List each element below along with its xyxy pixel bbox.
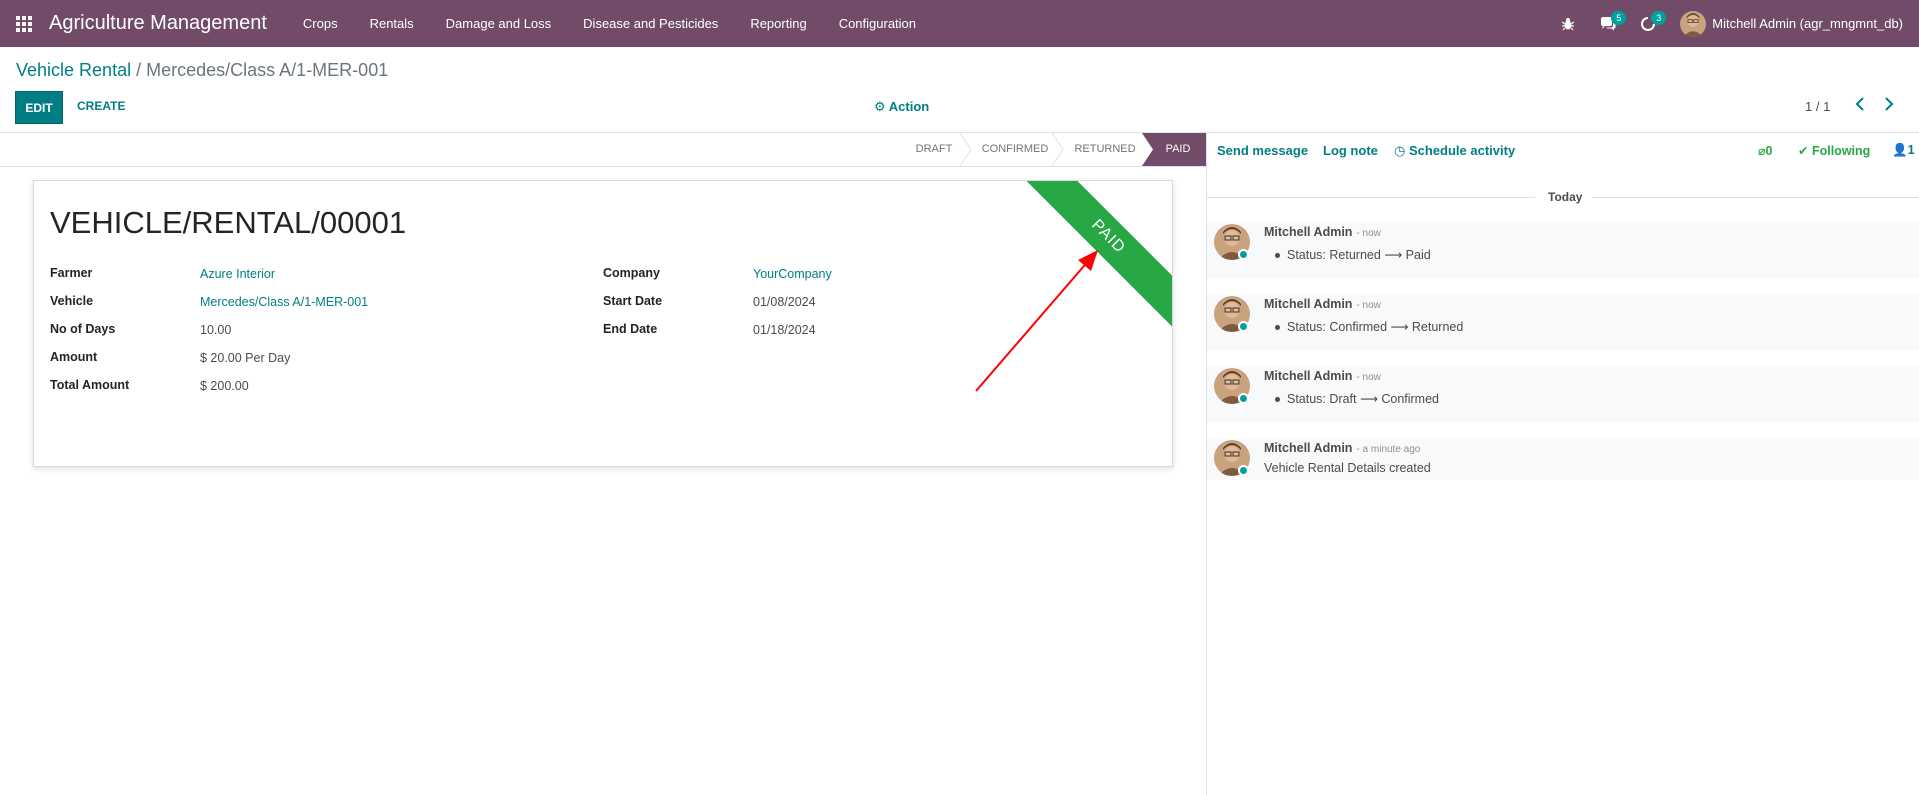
separator-line — [1592, 197, 1919, 198]
control-panel: Vehicle Rental / Mercedes/Class A/1-MER-… — [0, 47, 1919, 133]
message-time: - now — [1356, 372, 1381, 383]
message-body: Status: Confirmed ⟶ Returned — [1275, 319, 1463, 334]
menu-crops[interactable]: Crops — [287, 0, 354, 47]
stage-divider — [1052, 133, 1064, 166]
start-date-label: Start Date — [603, 294, 663, 308]
message-body: Vehicle Rental Details created — [1264, 461, 1431, 475]
messages-icon[interactable]: 5 — [1588, 0, 1628, 47]
top-navbar: Agriculture Management Crops Rentals Dam… — [0, 0, 1919, 47]
menu-configuration[interactable]: Configuration — [823, 0, 932, 47]
stage-draft[interactable]: DRAFT — [900, 133, 968, 166]
apps-menu-icon[interactable] — [0, 0, 47, 47]
annotation-arrow-icon — [975, 250, 1098, 392]
gear-icon: ⚙ — [874, 99, 886, 114]
message-time: - now — [1356, 300, 1381, 311]
attachments-button[interactable]: ⌀0 — [1758, 143, 1772, 158]
vehicle-value-link[interactable]: Mercedes/Class A/1-MER-001 — [200, 295, 368, 309]
menu-rentals[interactable]: Rentals — [354, 0, 430, 47]
message-author[interactable]: Mitchell Admin - now — [1264, 297, 1381, 311]
user-icon: 👤 — [1892, 143, 1908, 157]
message-author[interactable]: Mitchell Admin - a minute ago — [1264, 441, 1420, 455]
vehicle-label: Vehicle — [50, 294, 94, 308]
company-value-link[interactable]: YourCompany — [753, 267, 832, 281]
following-label: Following — [1811, 144, 1871, 158]
date-separator: Today — [1207, 190, 1919, 204]
chatter-message: Mitchell Admin - now Status: Confirmed ⟶ … — [1207, 294, 1919, 350]
stage-confirmed[interactable]: CONFIRMED — [972, 133, 1058, 166]
stage-returned[interactable]: RETURNED — [1064, 133, 1146, 166]
clock-icon: ◷ — [1394, 143, 1406, 158]
date-separator-label: Today — [1548, 190, 1583, 204]
pager-previous-icon[interactable] — [1855, 97, 1865, 116]
status-bar: DRAFT CONFIRMED RETURNED PAID — [0, 133, 1206, 167]
schedule-activity-label: Schedule activity — [1408, 143, 1516, 158]
separator-line — [1207, 197, 1535, 198]
no-of-days-label: No of Days — [50, 322, 116, 336]
end-date-label: End Date — [603, 322, 658, 336]
record-title: VEHICLE/RENTAL/00001 — [50, 205, 407, 240]
message-body: Status: Draft ⟶ Confirmed — [1275, 391, 1439, 406]
message-author[interactable]: Mitchell Admin - now — [1264, 369, 1381, 383]
breadcrumb-parent-link[interactable]: Vehicle Rental — [16, 60, 131, 80]
farmer-value-link[interactable]: Azure Interior — [200, 267, 275, 281]
chatter-message: Mitchell Admin - a minute ago Vehicle Ren… — [1207, 438, 1919, 480]
activities-badge: 3 — [1651, 11, 1667, 25]
send-message-button[interactable]: Send message — [1217, 143, 1308, 158]
message-author[interactable]: Mitchell Admin - now — [1264, 225, 1381, 239]
online-status-icon — [1238, 321, 1249, 332]
chatter-topbar: Send message Log note ◷ Schedule activit… — [1207, 133, 1919, 167]
breadcrumb: Vehicle Rental / Mercedes/Class A/1-MER-… — [16, 60, 388, 81]
pager-value[interactable]: 1 / 1 — [1805, 99, 1830, 114]
followers-count: 1 — [1907, 143, 1915, 157]
bug-icon[interactable] — [1548, 0, 1588, 47]
start-date-value: 01/08/2024 — [753, 295, 816, 309]
breadcrumb-current: Mercedes/Class A/1-MER-001 — [146, 60, 389, 80]
farmer-label: Farmer — [50, 266, 93, 280]
online-status-icon — [1238, 465, 1249, 476]
app-brand[interactable]: Agriculture Management — [49, 12, 267, 35]
message-body: Status: Returned ⟶ Paid — [1275, 247, 1431, 262]
action-label: Action — [888, 99, 930, 114]
attachments-count: 0 — [1765, 144, 1773, 158]
chatter-message: Mitchell Admin - now Status: Draft ⟶ Conf… — [1207, 366, 1919, 422]
create-button[interactable]: CREATE — [77, 99, 125, 113]
menu-disease-and-pesticides[interactable]: Disease and Pesticides — [567, 0, 734, 47]
following-button[interactable]: ✔ Following — [1798, 143, 1870, 158]
stage-divider — [960, 133, 972, 166]
edit-button[interactable]: EDIT — [15, 91, 63, 124]
user-name: Mitchell Admin (agr_mngmnt_db) — [1712, 16, 1903, 31]
chatter-message: Mitchell Admin - now Status: Returned ⟶ P… — [1207, 222, 1919, 278]
amount-label: Amount — [50, 350, 98, 364]
stage-divider — [1142, 133, 1153, 166]
message-time: - now — [1356, 228, 1381, 239]
main-menu: Crops Rentals Damage and Loss Disease an… — [287, 0, 932, 47]
menu-damage-and-loss[interactable]: Damage and Loss — [430, 0, 568, 47]
menu-reporting[interactable]: Reporting — [734, 0, 822, 47]
check-icon: ✔ — [1798, 144, 1809, 158]
pager-next-icon[interactable] — [1884, 97, 1894, 116]
schedule-activity-button[interactable]: ◷ Schedule activity — [1394, 143, 1515, 159]
action-menu-button[interactable]: ⚙ Action — [874, 99, 929, 115]
total-amount-value: $ 200.00 — [200, 379, 249, 393]
online-status-icon — [1238, 393, 1249, 404]
message-time: - a minute ago — [1356, 444, 1421, 455]
messages-badge: 5 — [1611, 11, 1627, 25]
end-date-value: 01/18/2024 — [753, 323, 816, 337]
user-avatar — [1680, 10, 1707, 37]
log-note-button[interactable]: Log note — [1323, 143, 1378, 158]
amount-value: $ 20.00 Per Day — [200, 351, 291, 365]
activities-icon[interactable]: 3 — [1628, 0, 1668, 47]
chatter-panel: Send message Log note ◷ Schedule activit… — [1206, 133, 1919, 795]
online-status-icon — [1238, 249, 1249, 260]
navbar-systray: 5 3 Mitchell Admin (agr_mngmnt_db) — [1548, 0, 1919, 47]
followers-button[interactable]: 👤1 — [1892, 143, 1915, 158]
breadcrumb-separator: / — [136, 60, 142, 80]
user-menu[interactable]: Mitchell Admin (agr_mngmnt_db) — [1680, 10, 1919, 37]
paperclip-icon: ⌀ — [1758, 144, 1766, 158]
company-label: Company — [603, 266, 660, 280]
total-amount-label: Total Amount — [50, 378, 130, 392]
no-of-days-value: 10.00 — [200, 323, 232, 337]
